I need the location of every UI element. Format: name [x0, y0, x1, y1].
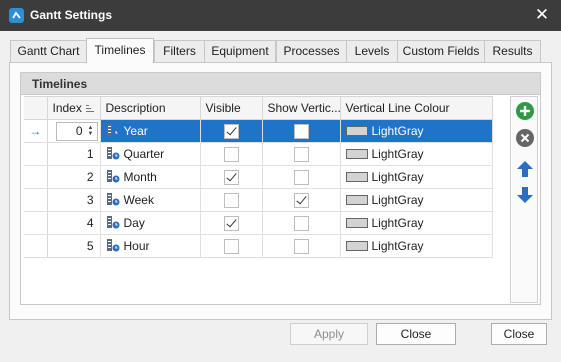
show-vertical-cell[interactable] [261, 165, 341, 189]
table-row[interactable]: 4 Day LightGray [24, 211, 493, 235]
app-icon [9, 8, 24, 23]
show-vertical-cell[interactable] [261, 119, 341, 143]
visible-cell[interactable] [199, 142, 263, 166]
visible-cell[interactable] [199, 188, 263, 212]
show-vertical-cell[interactable] [261, 234, 341, 258]
timeline-icon [106, 239, 119, 252]
visible-checkbox[interactable] [223, 238, 239, 254]
description-cell[interactable]: Quarter [99, 142, 201, 166]
close-button-secondary[interactable]: Close [491, 323, 547, 345]
description-cell[interactable]: Year [99, 119, 201, 143]
table-row[interactable]: 3 Week LightGray [24, 188, 493, 212]
row-indicator: → [24, 119, 48, 143]
colour-swatch [345, 148, 368, 159]
timeline-icon [106, 216, 119, 229]
column-header-description[interactable]: Description [99, 96, 201, 120]
row-indicator-header [24, 96, 48, 120]
timeline-icon [106, 147, 119, 160]
description-cell[interactable]: Week [99, 188, 201, 212]
visible-checkbox[interactable] [223, 192, 239, 208]
tab-timelines[interactable]: Timelines [86, 38, 154, 63]
title-bar: Gantt Settings ✕ [0, 0, 561, 31]
close-button[interactable]: Close [376, 323, 456, 345]
colour-swatch [345, 125, 368, 136]
show-vertical-checkbox[interactable] [293, 146, 309, 162]
tab-filters[interactable]: Filters [154, 40, 205, 62]
colour-swatch [345, 240, 368, 251]
column-header-vertical-line-colour[interactable]: Vertical Line Colour [339, 96, 493, 120]
close-window-button[interactable]: ✕ [533, 5, 551, 25]
row-indicator [24, 211, 48, 235]
description-cell[interactable]: Day [99, 211, 201, 235]
row-actions-toolbar [510, 96, 538, 303]
show-vertical-cell[interactable] [261, 211, 341, 235]
tab-results[interactable]: Results [484, 40, 541, 62]
column-header-show-vertical[interactable]: Show Vertic... [261, 96, 341, 120]
colour-swatch [345, 171, 368, 182]
colour-cell[interactable]: LightGray [339, 119, 493, 143]
index-cell[interactable]: 4 [46, 211, 101, 235]
index-spin-editor[interactable]: 0 ▲ ▼ [55, 121, 98, 141]
show-vertical-cell[interactable] [261, 142, 341, 166]
tab-equipment[interactable]: Equipment [204, 40, 276, 62]
show-vertical-checkbox[interactable] [293, 238, 309, 254]
index-cell[interactable]: 1 [46, 142, 101, 166]
tab-gantt-chart[interactable]: Gantt Chart [10, 40, 87, 62]
row-indicator [24, 142, 48, 166]
move-up-icon[interactable] [515, 159, 535, 179]
spin-buttons-icon[interactable]: ▲ ▼ [87, 125, 95, 138]
colour-cell[interactable]: LightGray [339, 211, 493, 235]
apply-button[interactable]: Apply [290, 323, 368, 345]
current-row-indicator: → [29, 124, 42, 138]
tab-custom-fields[interactable]: Custom Fields [397, 40, 485, 62]
table-row[interactable]: 1 Quarter LightGray [24, 142, 493, 166]
sort-icon [85, 104, 94, 112]
colour-cell[interactable]: LightGray [339, 165, 493, 189]
move-down-icon[interactable] [515, 185, 535, 205]
visible-checkbox[interactable] [223, 123, 239, 139]
group-title: Timelines [32, 77, 88, 91]
group-header: Timelines [21, 73, 540, 95]
tab-processes[interactable]: Processes [276, 40, 347, 62]
show-vertical-checkbox[interactable] [293, 192, 309, 208]
show-vertical-checkbox[interactable] [293, 215, 309, 231]
index-cell[interactable]: 3 [46, 188, 101, 212]
colour-cell[interactable]: LightGray [339, 234, 493, 258]
timeline-icon [106, 170, 119, 183]
row-indicator [24, 234, 48, 258]
column-header-index[interactable]: Index [46, 96, 101, 120]
colour-cell[interactable]: LightGray [339, 142, 493, 166]
timeline-icon [106, 124, 119, 137]
visible-checkbox[interactable] [223, 215, 239, 231]
row-indicator [24, 165, 48, 189]
visible-cell[interactable] [199, 234, 263, 258]
visible-checkbox[interactable] [223, 146, 239, 162]
description-cell[interactable]: Month [99, 165, 201, 189]
colour-swatch [345, 217, 368, 228]
colour-swatch [345, 194, 368, 205]
timelines-grid: Index Description Visible Show Vertic...… [24, 96, 493, 259]
table-row[interactable]: 5 Hour LightGray [24, 234, 493, 258]
show-vertical-cell[interactable] [261, 188, 341, 212]
timeline-icon [106, 193, 119, 206]
index-cell[interactable]: 5 [46, 234, 101, 258]
add-icon[interactable] [515, 101, 535, 121]
show-vertical-checkbox[interactable] [293, 123, 309, 139]
window-title: Gantt Settings [30, 8, 113, 22]
table-row[interactable]: 2 Month LightGray [24, 165, 493, 189]
visible-checkbox[interactable] [223, 169, 239, 185]
column-header-visible[interactable]: Visible [199, 96, 263, 120]
show-vertical-checkbox[interactable] [293, 169, 309, 185]
remove-icon[interactable] [515, 128, 535, 148]
row-indicator [24, 188, 48, 212]
index-cell[interactable]: 0 ▲ ▼ [46, 119, 101, 143]
visible-cell[interactable] [199, 165, 263, 189]
index-cell[interactable]: 2 [46, 165, 101, 189]
description-cell[interactable]: Hour [99, 234, 201, 258]
table-row[interactable]: → 0 ▲ ▼ Year LightGray [24, 119, 493, 143]
visible-cell[interactable] [199, 211, 263, 235]
visible-cell[interactable] [199, 119, 263, 143]
tab-levels[interactable]: Levels [346, 40, 398, 62]
colour-cell[interactable]: LightGray [339, 188, 493, 212]
